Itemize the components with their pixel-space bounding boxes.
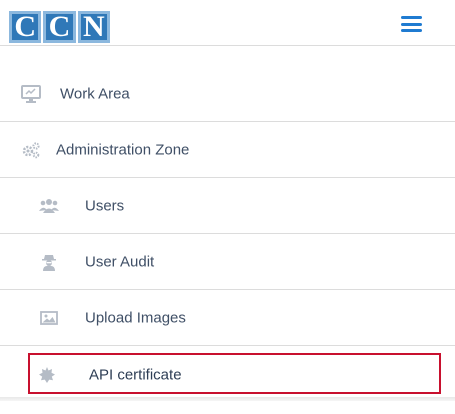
menu-item-label: User Audit <box>85 253 155 270</box>
logo-letter-c2: C <box>43 11 76 43</box>
menu-item-label: Upload Images <box>85 309 186 326</box>
menu-item-label: API certificate <box>89 366 182 383</box>
side-menu: Work Area Administration Zone Users User… <box>0 66 455 396</box>
logo-letter-c1: C <box>9 11 42 43</box>
menu-item-label: Administration Zone <box>56 141 190 158</box>
logo-letter-n: N <box>77 11 110 43</box>
bottom-divider <box>0 397 455 401</box>
monitor-icon <box>21 84 41 103</box>
user-secret-icon <box>39 253 59 271</box>
cogs-icon <box>21 141 41 159</box>
menu-item-upload-images[interactable]: Upload Images <box>0 290 455 346</box>
app-window: C C N Work Area Administration Zone User… <box>0 0 455 414</box>
top-header: C C N <box>0 0 455 46</box>
hamburger-bar <box>401 22 422 26</box>
hamburger-menu-icon[interactable] <box>401 16 422 32</box>
menu-item-administration-zone[interactable]: Administration Zone <box>0 122 455 178</box>
menu-item-api-certificate[interactable]: API certificate <box>0 353 455 396</box>
hamburger-bar <box>401 16 422 19</box>
certificate-icon <box>37 366 57 384</box>
menu-item-label: Work Area <box>60 85 130 102</box>
hamburger-bar <box>401 29 422 32</box>
menu-item-label: Users <box>85 197 125 214</box>
image-icon <box>39 309 59 327</box>
ccn-logo[interactable]: C C N <box>9 11 110 43</box>
users-icon <box>39 197 59 215</box>
menu-item-user-audit[interactable]: User Audit <box>0 234 455 290</box>
menu-item-work-area[interactable]: Work Area <box>0 66 455 122</box>
menu-item-users[interactable]: Users <box>0 178 455 234</box>
